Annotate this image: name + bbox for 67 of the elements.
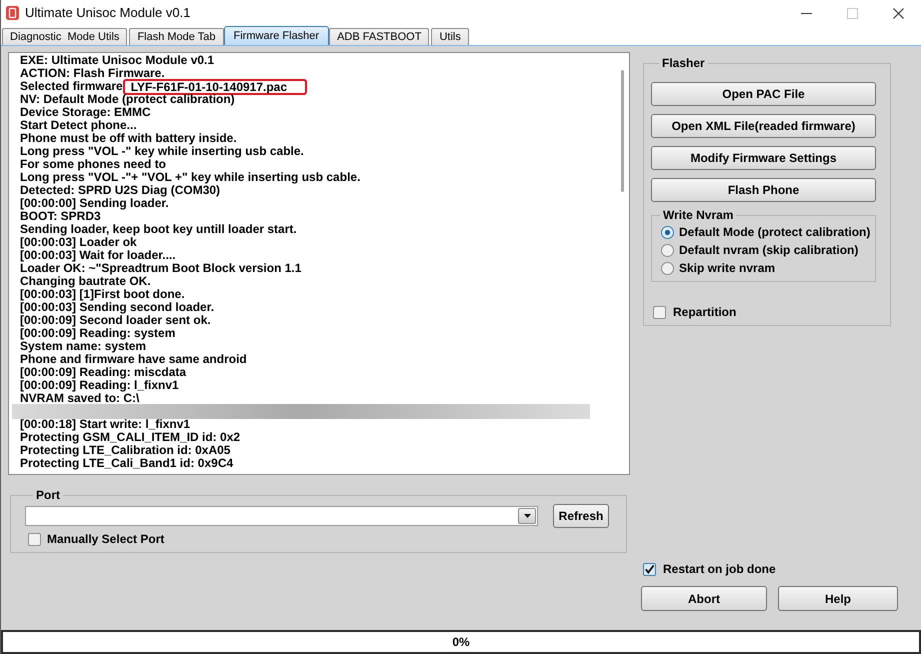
- checkbox-label: Repartition: [673, 306, 736, 319]
- checkbox[interactable]: [28, 533, 41, 546]
- log-line: [00:00:09] Reading: l_fixnv1: [20, 379, 179, 392]
- log-line: Selected firmware: [20, 80, 123, 93]
- progress-label: 0%: [452, 634, 470, 651]
- log-line: NVRAM saved to: C:\: [20, 392, 140, 405]
- log-line: [00:00:03] Wait for loader....: [20, 249, 176, 262]
- log-line: [00:00:00] Sending loader.: [20, 197, 169, 210]
- refresh-button[interactable]: Refresh: [553, 504, 609, 528]
- checkbox[interactable]: [653, 306, 666, 319]
- window-title: Ultimate Unisoc Module v0.1: [25, 4, 190, 22]
- log-line: Protecting LTE_Cali_Band1 id: 0x9C4: [20, 457, 234, 470]
- log-line: Protecting LTE_Calibration id: 0xA05: [20, 444, 230, 457]
- log-line: [00:00:09] Reading: system: [20, 327, 176, 340]
- checkbox[interactable]: [643, 563, 656, 576]
- checkbox-label: Manually Select Port: [47, 533, 164, 546]
- tab[interactable]: Flash Mode Tab: [129, 28, 224, 45]
- log-line: [00:00:03] [1]First boot done.: [20, 288, 185, 301]
- log-line: [00:00:03] Loader ok: [20, 236, 137, 249]
- action-button[interactable]: Help: [778, 586, 898, 611]
- group-title: Flasher: [661, 56, 706, 70]
- log-line: Device Storage: EMMC: [20, 106, 151, 119]
- radio-button[interactable]: [661, 226, 674, 238]
- log-line: Phone and firmware have same android: [20, 353, 247, 366]
- group-title: Port: [35, 488, 61, 502]
- radio-button[interactable]: [661, 262, 674, 274]
- close-icon[interactable]: [892, 8, 904, 18]
- log-line: Start Detect phone...: [20, 119, 137, 132]
- tab[interactable]: Diagnostic Mode Utils: [2, 28, 128, 45]
- caret-icon: [524, 514, 530, 518]
- log-line: NV: Default Mode (protect calibration): [20, 93, 235, 106]
- tab[interactable]: ADB FASTBOOT: [329, 28, 430, 45]
- radio-label: Default Mode (protect calibration): [679, 224, 870, 241]
- highlighted-filename: LYF-F61F-01-10-140917.pac: [122, 78, 308, 94]
- log-line: [00:00:09] Reading: miscdata: [20, 366, 186, 379]
- log-line: EXE: Ultimate Unisoc Module v0.1: [20, 54, 214, 67]
- tab[interactable]: Firmware Flasher: [224, 26, 330, 45]
- app-icon: [6, 6, 19, 20]
- action-button[interactable]: Modify Firmware Settings: [651, 146, 876, 170]
- log-line: BOOT: SPRD3: [20, 210, 101, 223]
- log-line: Long press "VOL -" key while inserting usb cable.: [20, 145, 304, 158]
- log-line: For some phones need to: [20, 158, 166, 171]
- log-line: ACTION: Flash Firmware.: [20, 67, 165, 80]
- log-line: Sending loader, keep boot key untill loader start.: [20, 223, 297, 236]
- group-title: Write Nvram: [662, 208, 734, 222]
- log-line: [00:00:03] Sending second loader.: [20, 301, 214, 314]
- log-line: Changing bautrate OK.: [20, 275, 151, 288]
- minimize-icon[interactable]: [800, 12, 812, 14]
- log-line: [00:00:18] Start write: l_fixnv1: [20, 418, 190, 431]
- checkbox-label: Restart on job done: [663, 563, 776, 576]
- log-line: Protecting GSM_CALI_ITEM_ID id: 0x2: [20, 431, 240, 444]
- radio-label: Skip write nvram: [679, 260, 776, 277]
- scrollbar-thumb[interactable]: [621, 70, 624, 192]
- log-line: System name: system: [20, 340, 146, 353]
- log-line: Phone must be off with battery inside.: [20, 132, 237, 145]
- log-line: Loader OK: ~"Spreadtrum Boot Block version 1.1: [20, 262, 302, 275]
- action-button[interactable]: Open PAC File: [651, 82, 876, 106]
- action-button[interactable]: Flash Phone: [651, 178, 876, 202]
- action-button[interactable]: Abort: [641, 586, 767, 611]
- log-line: [00:00:09] Second loader sent ok.: [20, 314, 211, 327]
- log-line: Detected: SPRD U2S Diag (COM30): [20, 184, 220, 197]
- log-line: Long press "VOL -"+ "VOL +" key while inserting usb cable.: [20, 171, 360, 184]
- dropdown-button[interactable]: [518, 508, 536, 524]
- radio-button[interactable]: [661, 244, 674, 256]
- tab[interactable]: Utils: [431, 28, 469, 45]
- radio-label: Default nvram (skip calibration): [679, 242, 858, 259]
- action-button[interactable]: Open XML File(readed firmware): [651, 114, 876, 138]
